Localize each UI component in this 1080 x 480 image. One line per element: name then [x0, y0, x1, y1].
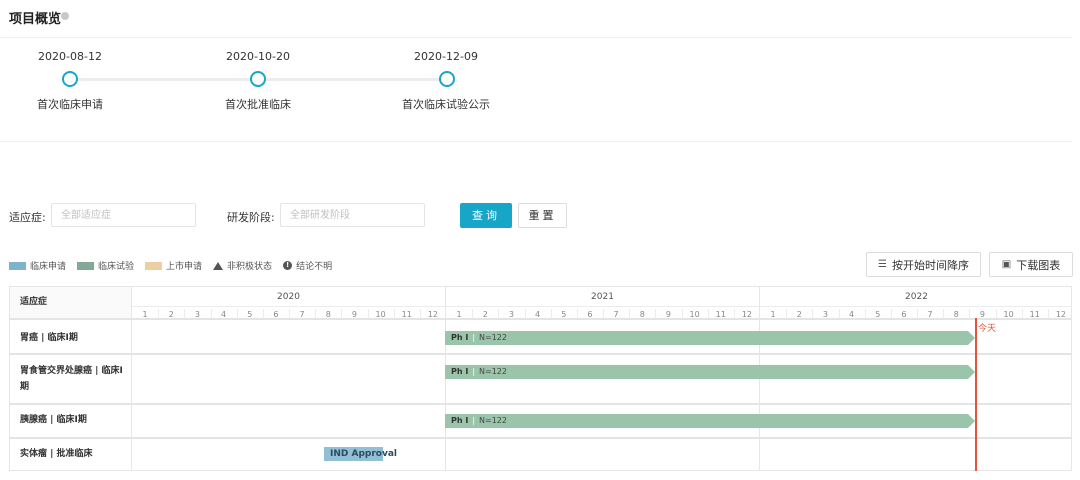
divider [0, 37, 1072, 38]
today-label: 今天 [978, 324, 997, 334]
month-tick [917, 309, 918, 318]
ind-approval-bar[interactable]: IND Approval [324, 447, 397, 461]
phase-label: 研发阶段: [227, 211, 275, 224]
indication-select[interactable]: 全部适应症 [51, 203, 196, 227]
month-tick [708, 309, 709, 318]
download-button-label: 下载图表 [1016, 258, 1061, 272]
milestone-date: 2020-08-12 [38, 50, 102, 63]
legend-item: 临床试验 [77, 259, 134, 272]
sort-button-label: 按开始时间降序 [891, 258, 969, 272]
today-line [975, 318, 977, 471]
clinical-trial-bar[interactable]: Ph I | N=122 [445, 331, 968, 345]
month-tick [996, 309, 997, 318]
year-label: 2021 [591, 292, 614, 302]
milestone-label: 首次临床试验公示 [402, 98, 490, 111]
month-tick [943, 309, 944, 318]
month-tick [969, 309, 970, 318]
milestone-node [250, 71, 266, 87]
month-tick [865, 309, 866, 318]
row-label: 胃癌 | 临床I期 [20, 333, 78, 343]
legend-label: 结论不明 [296, 262, 333, 272]
month-tick [891, 309, 892, 318]
milestone-label: 首次临床申请 [37, 98, 103, 111]
legend-item: ! 结论不明 [283, 259, 332, 272]
month-tick [158, 309, 159, 318]
month-tick [812, 309, 813, 318]
month-tick [498, 309, 499, 318]
indication-label: 适应症: [9, 211, 46, 224]
month-tick [289, 309, 290, 318]
month-tick [551, 309, 552, 318]
row-label: 胰腺癌 | 临床I期 [20, 415, 87, 425]
year-label: 2022 [905, 292, 928, 302]
clinical-trial-swatch [77, 261, 95, 270]
clinical-trial-bar[interactable]: Ph I | N=122 [445, 365, 968, 379]
month-tick [786, 309, 787, 318]
triangle-icon [213, 261, 224, 270]
month-tick [394, 309, 395, 318]
month-tick [629, 309, 630, 318]
month-tick [368, 309, 369, 318]
row-divider [9, 353, 1072, 355]
page-title: 项目概览 [9, 12, 62, 27]
milestone-date: 2020-10-20 [226, 50, 290, 63]
milestone-label: 首次批准临床 [225, 98, 291, 111]
legend: 临床申请 临床试验 上市申请 非积极状态 ! 结论不明 [9, 259, 343, 272]
divider [0, 141, 1072, 142]
month-tick [1022, 309, 1023, 318]
clinical-application-swatch [9, 261, 26, 270]
month-tick [184, 309, 185, 318]
month-tick [603, 309, 604, 318]
milestone-date: 2020-12-09 [414, 50, 478, 63]
bar-label: Ph I | N=122 [451, 333, 507, 342]
month-tick [682, 309, 683, 318]
row-divider [9, 437, 1072, 439]
month-tick [472, 309, 473, 318]
month-tick [734, 309, 735, 318]
marketing-application-swatch [145, 261, 163, 270]
phase-select[interactable]: 全部研发阶段 [280, 203, 425, 227]
legend-item: 上市申请 [145, 259, 202, 272]
milestone-node [439, 71, 455, 87]
legend-label: 非积极状态 [227, 262, 273, 272]
info-icon[interactable] [61, 12, 69, 20]
bar-arrow [968, 331, 975, 345]
row-divider [9, 318, 1072, 320]
info-icon: ! [283, 261, 293, 270]
month-tick [263, 309, 264, 318]
month-tick [315, 309, 316, 318]
milestone-node [62, 71, 78, 87]
reset-button[interactable]: 重置 [518, 203, 567, 228]
month-tick [655, 309, 656, 318]
legend-item: 非积极状态 [213, 259, 272, 272]
row-label: 胃食管交界处腺癌 | 临床I期 [20, 366, 123, 392]
query-button[interactable]: 查询 [460, 203, 512, 228]
bar-arrow [968, 365, 975, 379]
legend-label: 上市申请 [166, 262, 203, 272]
download-chart-button[interactable]: ▣ 下载图表 [989, 252, 1073, 277]
month-tick [839, 309, 840, 318]
month-tick [237, 309, 238, 318]
bar-label: Ph I | N=122 [451, 416, 507, 425]
month-tick [211, 309, 212, 318]
legend-label: 临床试验 [98, 262, 135, 272]
row-label: 实体瘤 | 批准临床 [20, 449, 93, 459]
bar-label: Ph I | N=122 [451, 367, 507, 376]
clinical-trial-bar[interactable]: Ph I | N=122 [445, 414, 968, 428]
bar-arrow [968, 414, 975, 428]
sort-icon: ☰ [878, 259, 887, 270]
month-tick [341, 309, 342, 318]
download-icon: ▣ [1001, 259, 1012, 270]
row-divider [9, 403, 1072, 405]
header-divider [132, 306, 1072, 307]
sort-button[interactable]: ☰ 按开始时间降序 [866, 252, 981, 277]
legend-label: 临床申请 [30, 262, 67, 272]
month-tick [420, 309, 421, 318]
column-header: 适应症 [20, 297, 48, 307]
month-tick [577, 309, 578, 318]
month-tick [1048, 309, 1049, 318]
legend-item: 临床申请 [9, 259, 66, 272]
year-label: 2020 [277, 292, 300, 302]
month-tick [525, 309, 526, 318]
